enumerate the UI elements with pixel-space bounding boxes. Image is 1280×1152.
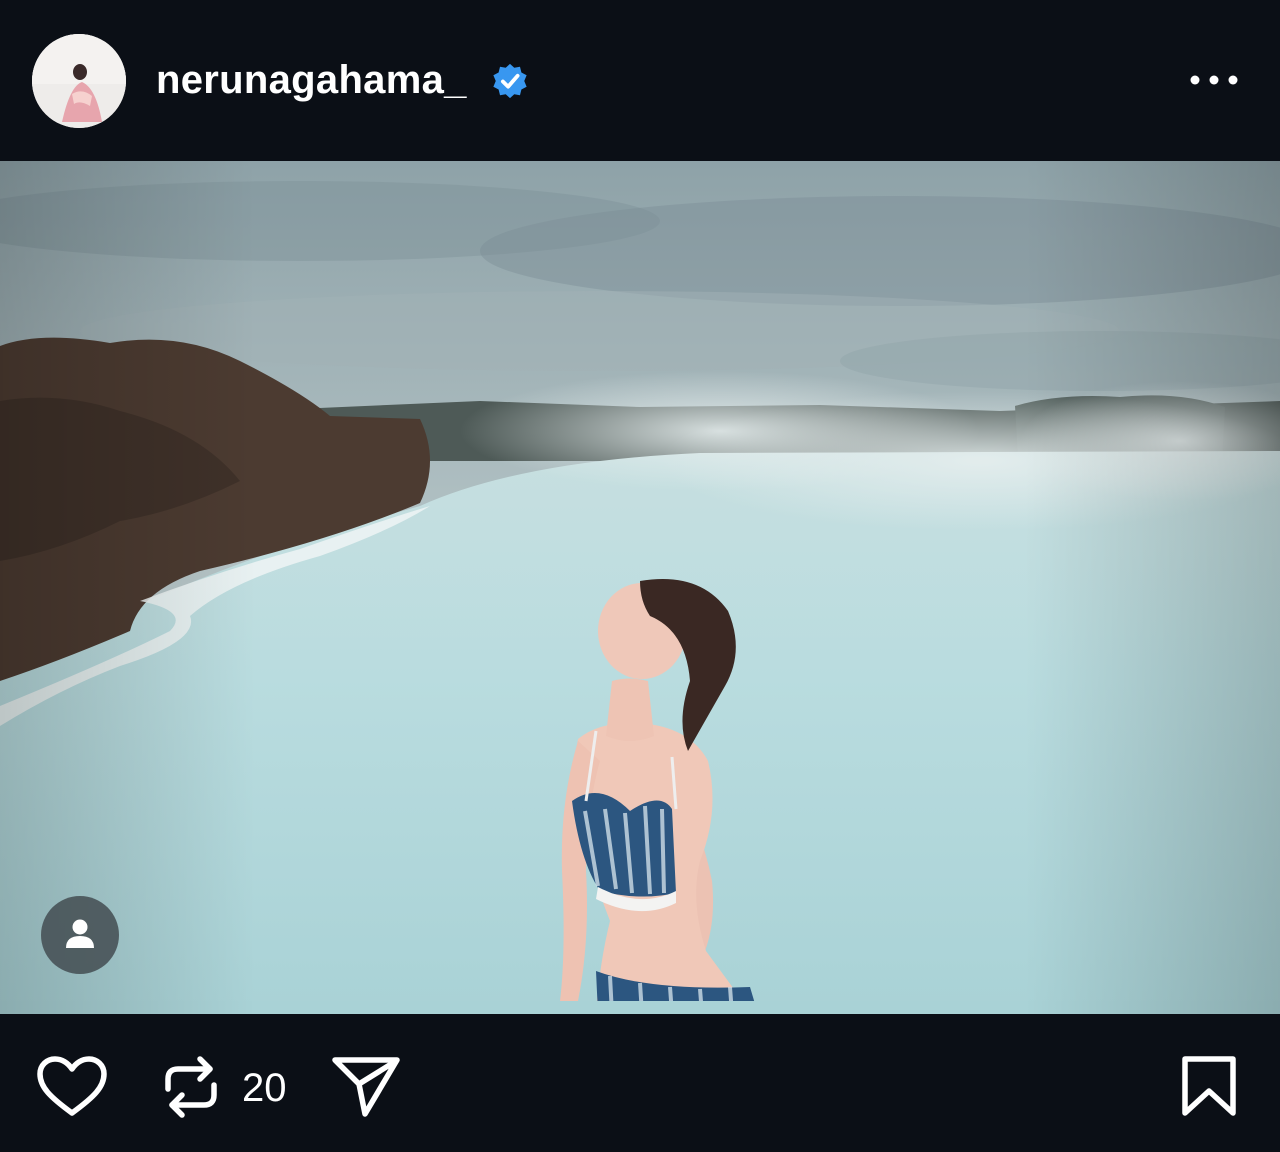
bookmark-outline-icon[interactable]	[1180, 1055, 1238, 1119]
verified-badge-icon	[493, 63, 527, 99]
avatar-image	[32, 34, 126, 128]
post-header: nerunagahama_	[0, 0, 1280, 160]
repost-count: 20	[242, 1066, 287, 1110]
heart-outline-icon[interactable]	[36, 1055, 108, 1119]
repost-icon[interactable]	[160, 1053, 222, 1121]
lagoon-photo	[0, 161, 1280, 1014]
person-icon	[66, 919, 94, 948]
tagged-people-button[interactable]	[41, 896, 119, 974]
ellipsis-icon[interactable]	[1186, 62, 1242, 98]
post-photo[interactable]	[0, 161, 1280, 1014]
paper-plane-icon[interactable]	[330, 1054, 402, 1120]
username[interactable]: nerunagahama_	[156, 56, 467, 104]
avatar[interactable]	[32, 34, 126, 128]
